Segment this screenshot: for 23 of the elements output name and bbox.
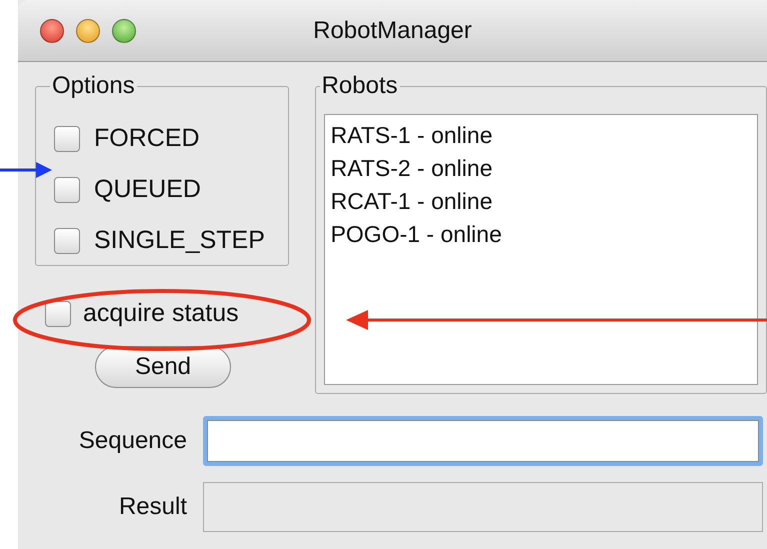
checkbox-label[interactable]: SINGLE_STEP — [94, 226, 265, 255]
checkbox[interactable] — [54, 176, 80, 202]
arrow — [0, 162, 52, 178]
checkbox[interactable] — [45, 300, 71, 326]
checkbox-label[interactable]: acquire status — [83, 299, 239, 328]
group-title: Options — [51, 72, 136, 100]
list-item[interactable]: POGO-1 - online — [328, 218, 753, 251]
checkbox[interactable] — [54, 126, 80, 152]
group-title: Robots — [320, 72, 399, 100]
list-item[interactable]: RATS-2 - online — [328, 152, 753, 185]
input-field[interactable] — [203, 416, 763, 466]
minimize-icon[interactable] — [76, 18, 100, 42]
field-label: Sequence — [78, 427, 188, 455]
maximize-icon[interactable] — [112, 18, 136, 42]
list-item[interactable]: RATS-1 - online — [328, 119, 753, 152]
window-title: RobotManager — [313, 16, 472, 44]
field-label: Result — [118, 493, 188, 521]
checkbox[interactable] — [54, 228, 80, 254]
checkbox-label[interactable]: FORCED — [94, 124, 200, 153]
send-button[interactable]: Send — [95, 346, 231, 388]
close-icon[interactable] — [40, 18, 64, 42]
list-item[interactable]: RCAT-1 - online — [328, 185, 753, 218]
checkbox-label[interactable]: QUEUED — [94, 175, 201, 204]
